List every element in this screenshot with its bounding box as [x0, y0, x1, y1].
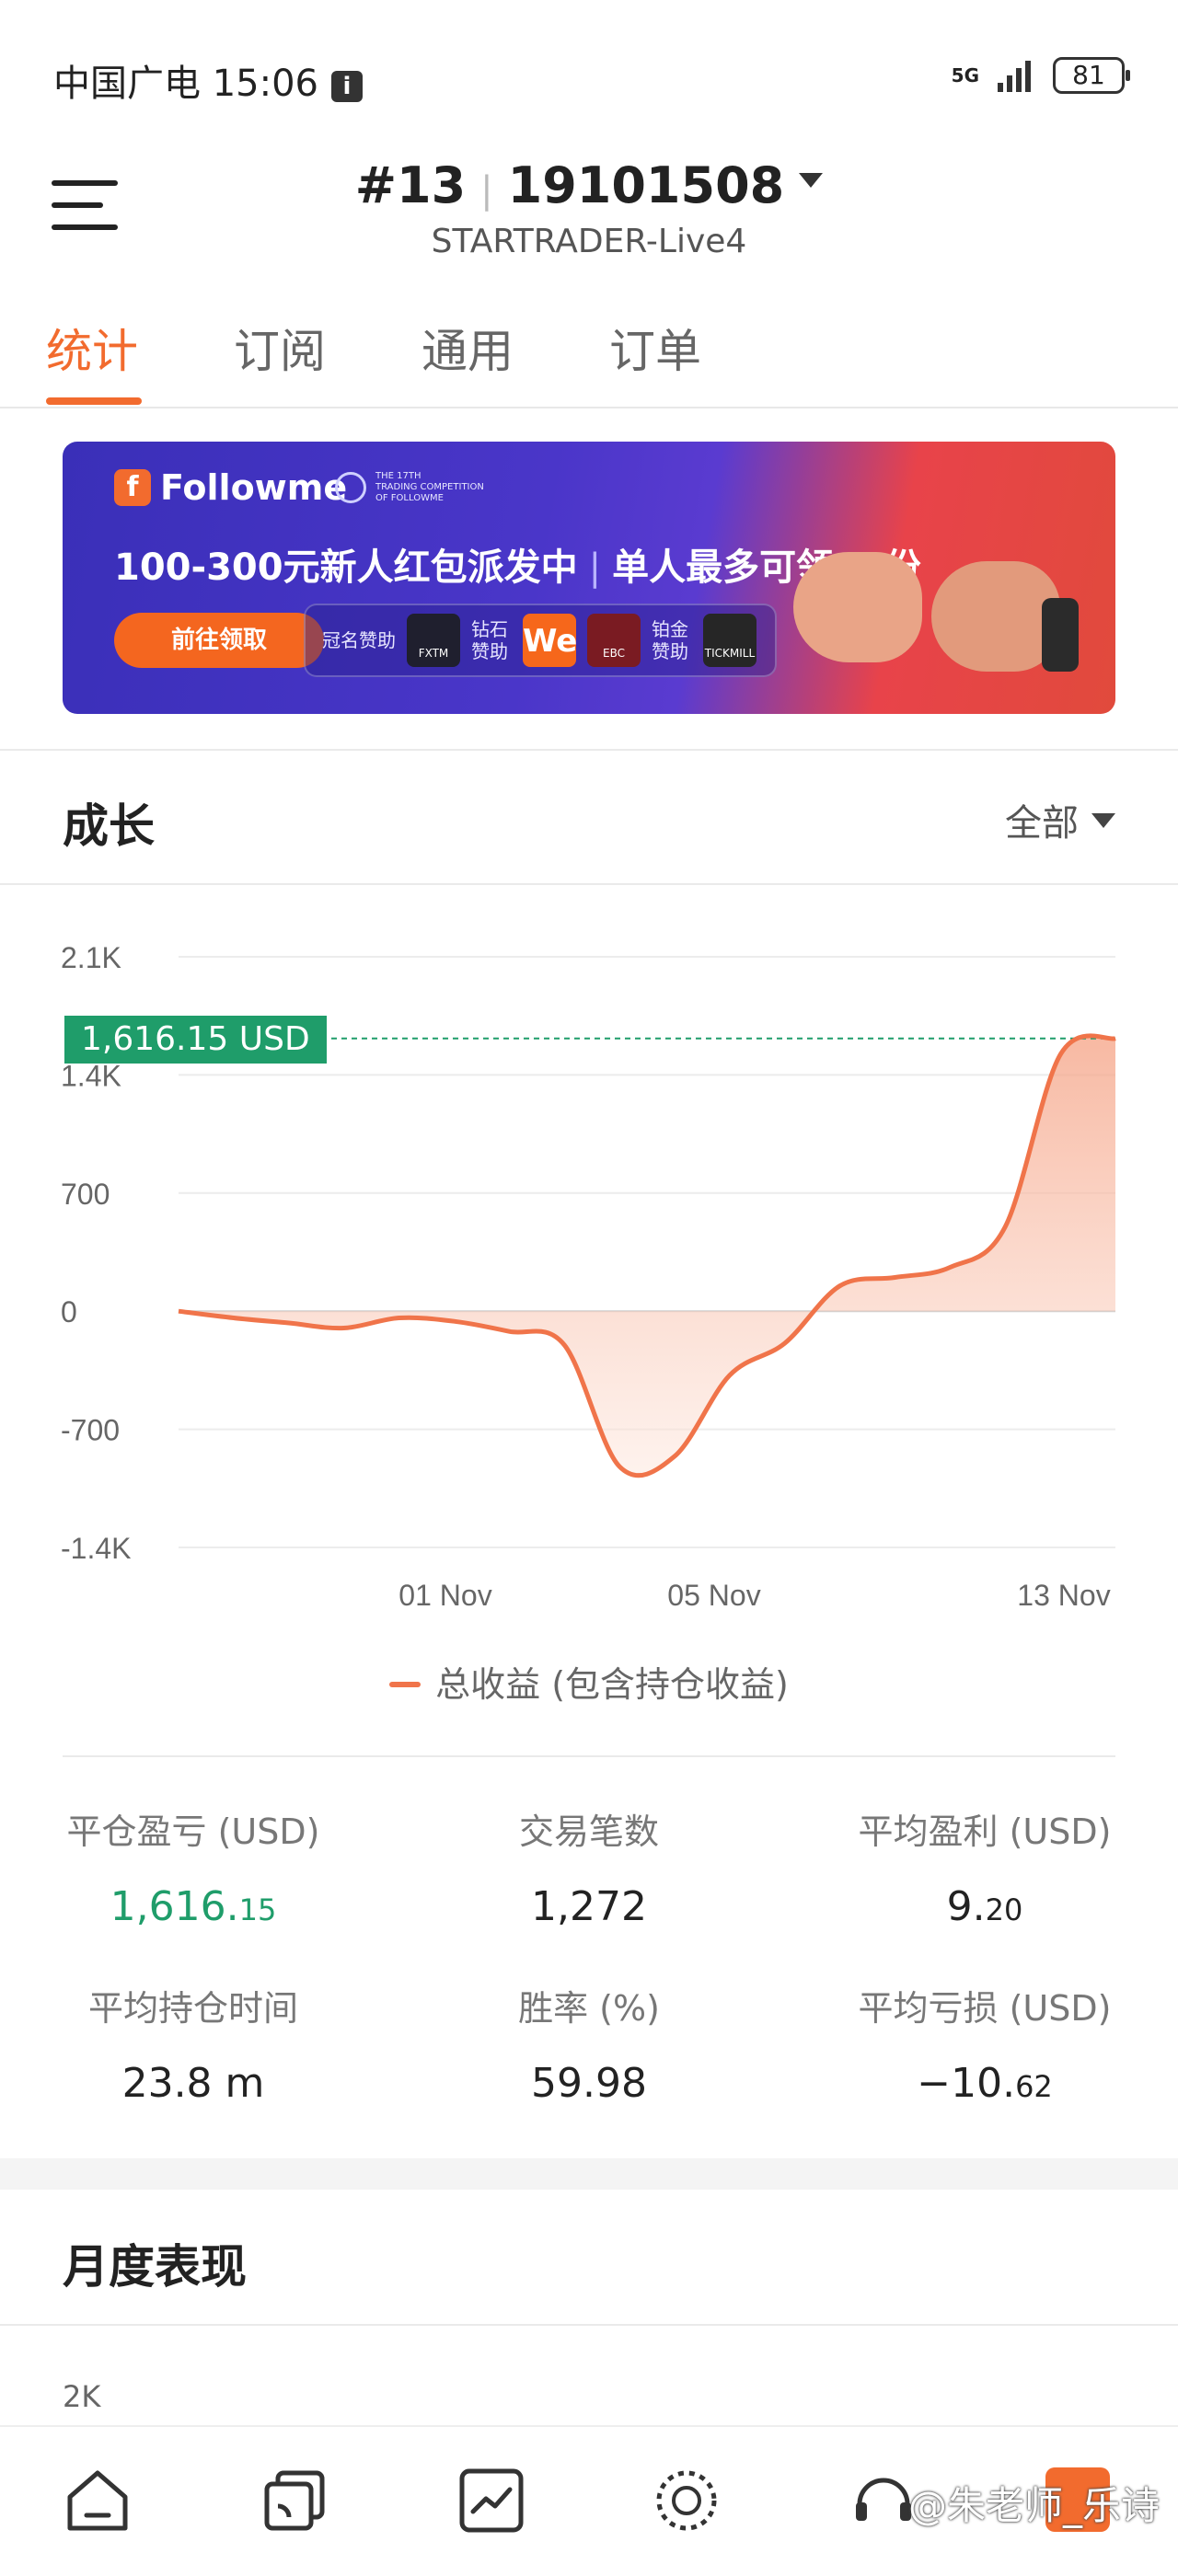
stat-closed-pnl: 平仓盈亏 (USD) 1,616.15 — [18, 1803, 368, 1930]
info-notification-icon: i — [331, 71, 363, 102]
account-selector[interactable]: #13 | 19101508 — [0, 156, 1178, 214]
account-rank: #13 — [354, 156, 467, 214]
carrier-time: 中国广电 15:06 — [53, 63, 318, 105]
stat-value: 59.98 — [531, 2060, 647, 2107]
account-id: 19101508 — [507, 156, 785, 214]
caret-down-icon — [799, 173, 824, 188]
stat-label: 平均盈利 (USD) — [858, 1811, 1112, 1852]
section-divider — [0, 749, 1178, 751]
claim-button[interactable]: 前往领取 — [114, 613, 324, 668]
stat-label: 平仓盈亏 (USD) — [66, 1811, 320, 1852]
series-area — [179, 1035, 1115, 1476]
fist-bump-illustration — [775, 506, 1079, 690]
header: #13 | 19101508 STARTRADER-Live4 — [0, 147, 1178, 285]
y-tick-label: 0 — [61, 1295, 77, 1328]
legend-label: 总收益 (包含持仓收益) — [435, 1664, 789, 1705]
followme-logo: f Followme — [114, 467, 347, 508]
ebc-logo: EBC — [587, 614, 641, 667]
account-divider: | — [480, 169, 493, 212]
status-bar: 中国广电 15:06 i 5G 81 — [0, 0, 1178, 147]
tab-orders[interactable]: 订单 — [609, 315, 701, 381]
followme-logo-icon: f — [114, 469, 151, 506]
server-name: STARTRADER-Live4 — [431, 223, 747, 260]
sponsor-title-label: 冠名赞助 — [322, 629, 396, 651]
y-tick-label: 700 — [61, 1178, 110, 1211]
stat-label: 交易笔数 — [518, 1811, 659, 1852]
sponsor-strip: 冠名赞助 FXTM 钻石赞助 We EBC 铂金赞助 TICKMILL — [304, 604, 777, 677]
stat-avg-loss: 平均亏损 (USD) −10.62 — [810, 1980, 1160, 2107]
banner-headline-left: 100-300元新人红包派发中 — [114, 546, 578, 589]
network-type: 5G — [951, 64, 979, 86]
competition-ring-icon — [335, 472, 366, 503]
caret-down-icon — [1091, 813, 1115, 828]
fxtm-logo: FXTM — [407, 614, 460, 667]
legend-line-icon — [389, 1682, 422, 1687]
section-separator-band — [0, 2158, 1178, 2190]
stat-win-rate: 胜率 (%) 59.98 — [414, 1980, 764, 2107]
stat-label: 胜率 (%) — [518, 1988, 660, 2029]
status-left: 中国广电 15:06 i — [53, 53, 363, 107]
sponsor-diamond-label: 钻石赞助 — [471, 618, 508, 662]
x-tick-label: 05 Nov — [667, 1579, 760, 1612]
status-right: 5G 81 — [951, 57, 1130, 94]
nav-community[interactable] — [650, 2464, 723, 2537]
tickmill-logo: TICKMILL — [703, 614, 756, 667]
section-divider — [63, 1755, 1115, 1757]
competition-line-2: TRADING COMPETITION — [375, 482, 484, 492]
stat-label: 平均持仓时间 — [87, 1988, 298, 2029]
stat-value: 1,272 — [531, 1883, 647, 1930]
stat-trade-count: 交易笔数 1,272 — [414, 1803, 764, 1930]
competition-line-1: THE 17TH — [375, 471, 422, 481]
battery-level: 81 — [1072, 60, 1105, 90]
y-tick-label: -700 — [61, 1414, 120, 1447]
watermark: @朱老师_乐诗 — [907, 2483, 1160, 2528]
monthly-y-tick: 2K — [63, 2379, 101, 2414]
section-divider — [0, 883, 1178, 885]
home-icon — [67, 2470, 128, 2531]
tab-active-indicator — [46, 397, 142, 405]
tab-general[interactable]: 通用 — [422, 315, 514, 381]
x-tick-label: 01 Nov — [398, 1579, 491, 1612]
x-tick-label: 13 Nov — [1017, 1579, 1110, 1612]
stat-avg-hold-time: 平均持仓时间 23.8 m — [18, 1980, 368, 2107]
growth-chart-svg: 2.1K 1.4K 700 0 -700 -1.4K 01 Nov 05 Nov 13 Nov — [61, 941, 1116, 1612]
stats-grid: 平仓盈亏 (USD) 1,616.15 交易笔数 1,272 平均盈利 (USD… — [63, 1803, 1115, 2134]
nav-chart[interactable] — [455, 2464, 528, 2537]
sponsor-platinum-label: 铂金赞助 — [652, 618, 688, 662]
stat-value: 1,616.15 — [110, 1883, 277, 1930]
current-value-tag: 1,616.15 USD — [64, 1016, 327, 1064]
stat-value: 23.8 m — [121, 2060, 265, 2107]
promo-banner[interactable]: f Followme THE 17TH TRADING COMPETITION … — [63, 442, 1115, 714]
stat-value: −10.62 — [917, 2060, 1053, 2107]
stat-value: 9.20 — [946, 1883, 1023, 1930]
competition-badge: THE 17TH TRADING COMPETITION OF FOLLOWME — [335, 471, 484, 504]
stat-avg-profit: 平均盈利 (USD) 9.20 — [810, 1803, 1160, 1930]
we-logo: We — [523, 614, 577, 667]
tab-subscription[interactable]: 订阅 — [234, 315, 326, 381]
y-tick-label: -1.4K — [61, 1532, 131, 1565]
y-tick-label: 1.4K — [61, 1059, 121, 1092]
chart-icon — [459, 2468, 524, 2533]
monthly-title: 月度表现 — [63, 2240, 247, 2294]
tab-statistics[interactable]: 统计 — [46, 315, 138, 381]
signal-icon — [998, 61, 1031, 92]
stat-label: 平均亏损 (USD) — [858, 1988, 1112, 2029]
copy-trade-icon — [264, 2470, 325, 2531]
tab-bar: 统计 订阅 通用 订单 — [0, 304, 1178, 408]
growth-filter-label: 全部 — [1005, 802, 1079, 845]
banner-brand: Followme — [160, 467, 348, 508]
growth-title: 成长 — [63, 799, 155, 853]
competition-line-3: OF FOLLOWME — [375, 493, 444, 503]
y-tick-label: 2.1K — [61, 941, 121, 974]
growth-filter-dropdown[interactable]: 全部 — [1005, 793, 1115, 846]
headline-divider: | — [588, 546, 602, 589]
battery-icon: 81 — [1053, 57, 1130, 94]
section-divider — [0, 2324, 1178, 2326]
nav-copy[interactable] — [258, 2464, 331, 2537]
chart-legend: 总收益 (包含持仓收益) — [0, 1656, 1178, 1707]
nav-home[interactable] — [61, 2464, 134, 2537]
growth-chart: 2.1K 1.4K 700 0 -700 -1.4K 01 Nov 05 Nov 13 Nov … — [0, 902, 1178, 1638]
community-icon — [656, 2470, 717, 2531]
